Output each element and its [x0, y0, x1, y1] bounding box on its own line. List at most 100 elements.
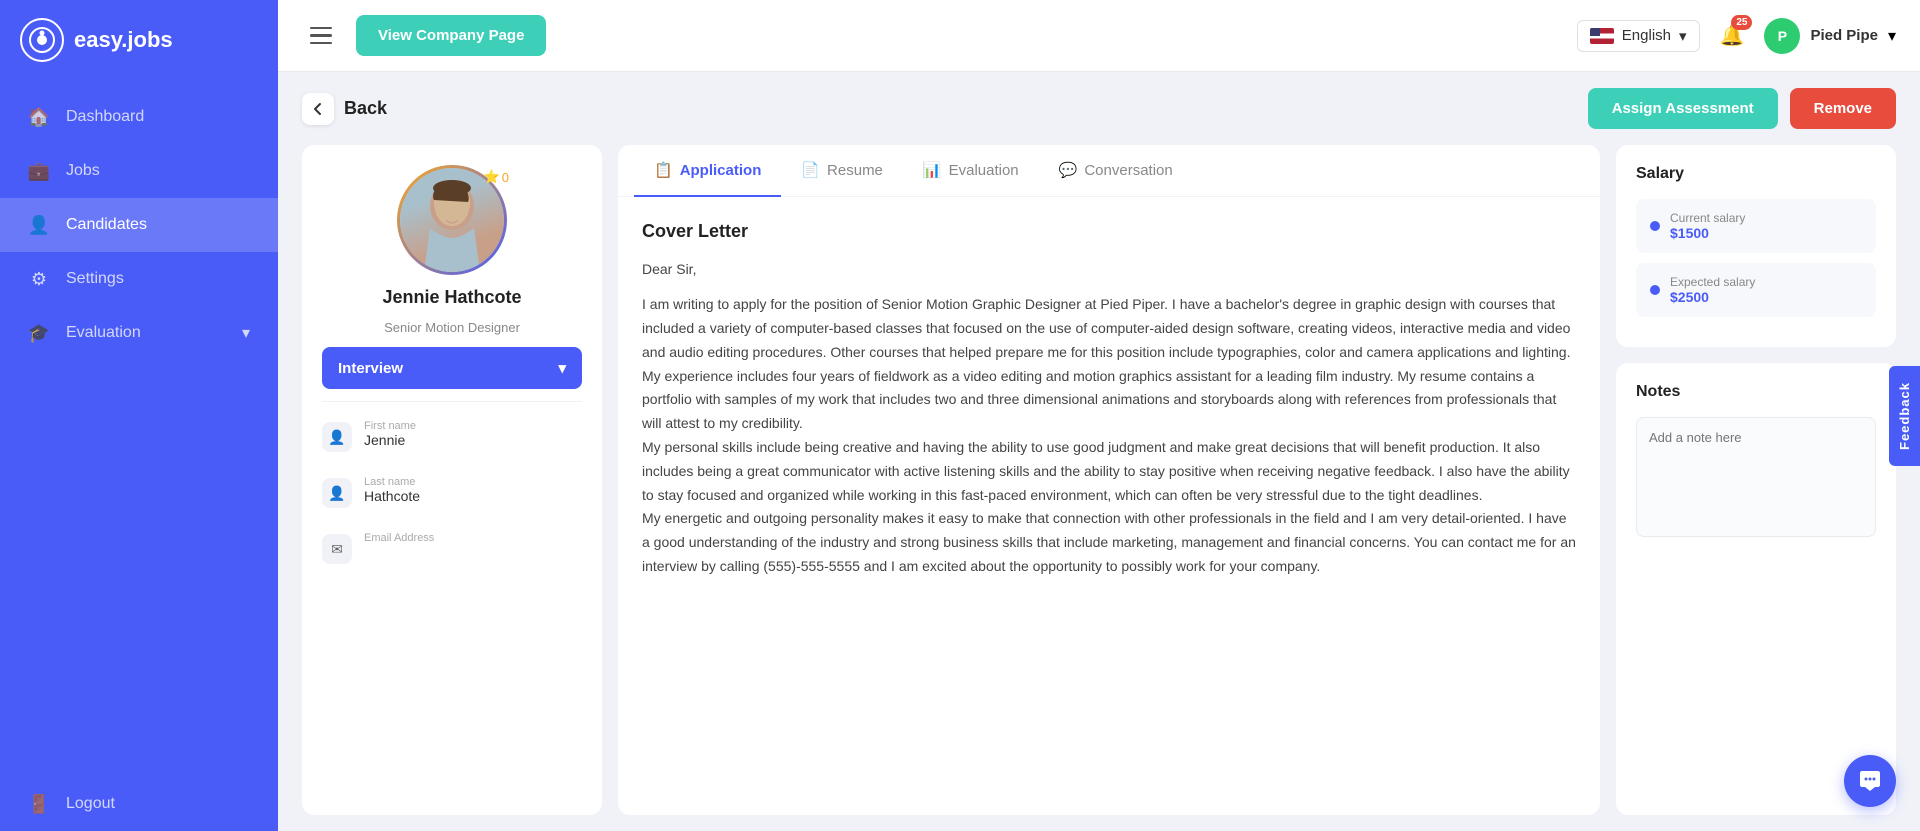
action-bar: Back Assign Assessment Remove — [302, 88, 1896, 129]
current-salary-item: Current salary $1500 — [1636, 199, 1876, 253]
action-buttons: Assign Assessment Remove — [1588, 88, 1896, 129]
assign-assessment-button[interactable]: Assign Assessment — [1588, 88, 1778, 129]
tab-conversation[interactable]: 💬 Conversation — [1039, 145, 1193, 197]
sidebar-label-jobs: Jobs — [66, 162, 100, 180]
person-icon: 👤 — [322, 422, 352, 452]
three-column-layout: ⭐ 0 Jennie Hathcote Senior Motion Design… — [302, 145, 1896, 815]
tab-content: Cover Letter Dear Sir, I am writing to a… — [618, 197, 1600, 816]
email-field: ✉ Email Address — [322, 526, 582, 570]
sidebar-label-candidates: Candidates — [66, 216, 147, 234]
expected-salary-item: Expected salary $2500 — [1636, 263, 1876, 317]
current-salary-dot — [1650, 221, 1660, 231]
main-content-panel: 📋 Application 📄 Resume 📊 Evaluation 💬 Co… — [618, 145, 1600, 815]
sidebar-item-logout[interactable]: 🚪 Logout — [0, 777, 278, 831]
page-content: Back Assign Assessment Remove — [278, 72, 1920, 831]
logo-text: easy.jobs — [74, 27, 173, 53]
tab-evaluation[interactable]: 📊 Evaluation — [903, 145, 1039, 197]
logo-icon — [20, 18, 64, 62]
hamburger-line-1 — [310, 27, 332, 30]
sidebar-item-jobs[interactable]: 💼 Jobs — [0, 144, 278, 198]
application-tab-icon: 📋 — [654, 161, 673, 179]
hamburger-button[interactable] — [302, 19, 340, 53]
language-selector[interactable]: English ▾ — [1577, 20, 1700, 52]
current-salary-label: Current salary — [1670, 211, 1745, 225]
cover-letter-text: I am writing to apply for the position o… — [642, 293, 1576, 579]
status-label: Interview — [338, 360, 403, 377]
expected-salary-value: $2500 — [1670, 289, 1755, 305]
resume-tab-icon: 📄 — [801, 161, 820, 179]
conversation-tab-label: Conversation — [1084, 162, 1172, 179]
salary-card: Salary Current salary $1500 Expected sal… — [1616, 145, 1896, 347]
topbar-right: English ▾ 🔔 25 P Pied Pipe ▾ — [1577, 18, 1896, 54]
candidate-avatar-wrap: ⭐ 0 — [397, 165, 507, 275]
evaluation-icon: 🎓 — [28, 322, 50, 344]
first-name-label: First name — [364, 420, 416, 432]
sidebar-item-candidates[interactable]: 👤 Candidates — [0, 198, 278, 252]
chevron-down-icon: ▾ — [242, 323, 250, 343]
conversation-tab-icon: 💬 — [1059, 161, 1078, 179]
sidebar-item-evaluation[interactable]: 🎓 Evaluation ▾ — [0, 306, 278, 360]
main-area: View Company Page English ▾ 🔔 25 P Pied … — [278, 0, 1920, 831]
star-badge: ⭐ 0 — [484, 169, 509, 185]
logout-icon: 🚪 — [28, 793, 50, 815]
candidates-icon: 👤 — [28, 214, 50, 236]
feedback-tab[interactable]: Feedback — [1889, 366, 1920, 466]
application-tab-label: Application — [680, 162, 762, 179]
lang-chevron-icon: ▾ — [1679, 27, 1687, 45]
sidebar: easy.jobs 🏠 Dashboard 💼 Jobs 👤 Candidate… — [0, 0, 278, 831]
status-dropdown[interactable]: Interview ▾ — [322, 347, 582, 389]
first-name-value: Jennie — [364, 432, 416, 448]
back-arrow-icon — [302, 93, 334, 125]
jobs-icon: 💼 — [28, 160, 50, 182]
person-icon-2: 👤 — [322, 478, 352, 508]
notes-card: Notes — [1616, 363, 1896, 815]
salary-title: Salary — [1636, 165, 1876, 183]
cover-letter-greeting: Dear Sir, I am writing to apply for the … — [642, 258, 1576, 579]
notification-badge: 25 — [1731, 15, 1752, 30]
greeting: Dear Sir, — [642, 258, 1576, 282]
sidebar-label-logout: Logout — [66, 795, 115, 813]
current-salary-value: $1500 — [1670, 225, 1745, 241]
evaluation-tab-label: Evaluation — [949, 162, 1019, 179]
user-chevron-icon: ▾ — [1888, 26, 1896, 46]
notes-textarea[interactable] — [1636, 417, 1876, 537]
last-name-value: Hathcote — [364, 488, 420, 504]
settings-icon: ⚙ — [28, 268, 50, 290]
notification-bell[interactable]: 🔔 25 — [1720, 23, 1745, 48]
tabs-bar: 📋 Application 📄 Resume 📊 Evaluation 💬 Co… — [618, 145, 1600, 197]
sidebar-item-settings[interactable]: ⚙ Settings — [0, 252, 278, 306]
sidebar-label-dashboard: Dashboard — [66, 108, 144, 126]
back-button[interactable]: Back — [302, 93, 387, 125]
hamburger-line-2 — [310, 34, 332, 37]
chat-bubble-button[interactable] — [1844, 755, 1896, 807]
candidate-title: Senior Motion Designer — [384, 320, 520, 335]
candidate-panel: ⭐ 0 Jennie Hathcote Senior Motion Design… — [302, 145, 602, 815]
resume-tab-label: Resume — [827, 162, 883, 179]
sidebar-label-settings: Settings — [66, 270, 124, 288]
user-name: Pied Pipe — [1810, 27, 1878, 44]
user-avatar: P — [1764, 18, 1800, 54]
home-icon: 🏠 — [28, 106, 50, 128]
remove-button[interactable]: Remove — [1790, 88, 1896, 129]
right-panel: Salary Current salary $1500 Expected sal… — [1616, 145, 1896, 815]
logo-area: easy.jobs — [0, 0, 278, 80]
expected-salary-dot — [1650, 285, 1660, 295]
language-label: English — [1622, 27, 1671, 44]
first-name-field: 👤 First name Jennie — [322, 414, 582, 458]
email-label: Email Address — [364, 532, 434, 544]
dropdown-arrow-icon: ▾ — [558, 359, 566, 377]
evaluation-tab-icon: 📊 — [923, 161, 942, 179]
last-name-label: Last name — [364, 476, 420, 488]
back-label: Back — [344, 98, 387, 119]
flag-icon — [1590, 28, 1614, 44]
sidebar-nav: 🏠 Dashboard 💼 Jobs 👤 Candidates ⚙ Settin… — [0, 90, 278, 831]
email-icon: ✉ — [322, 534, 352, 564]
sidebar-label-evaluation: Evaluation — [66, 324, 141, 342]
hamburger-line-3 — [310, 42, 332, 45]
tab-resume[interactable]: 📄 Resume — [781, 145, 903, 197]
topbar: View Company Page English ▾ 🔔 25 P Pied … — [278, 0, 1920, 72]
tab-application[interactable]: 📋 Application — [634, 145, 781, 197]
sidebar-item-dashboard[interactable]: 🏠 Dashboard — [0, 90, 278, 144]
user-menu[interactable]: P Pied Pipe ▾ — [1764, 18, 1896, 54]
view-company-button[interactable]: View Company Page — [356, 15, 546, 56]
